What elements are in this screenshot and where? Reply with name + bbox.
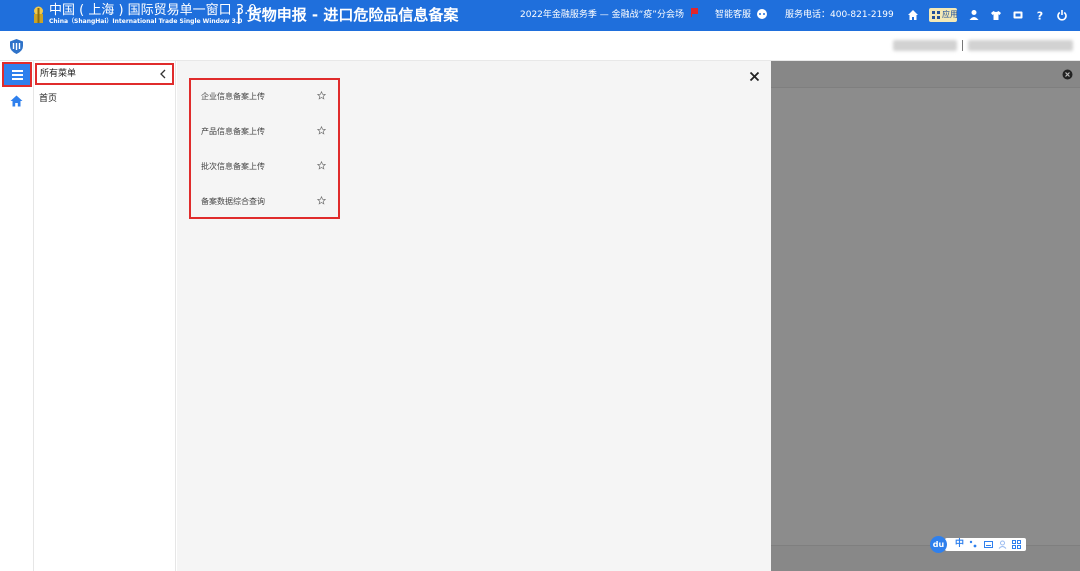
svg-text:?: ? [1037,10,1043,22]
apps-icon [932,11,940,19]
smart-service-link[interactable]: 智能客服 [715,9,751,22]
help-icon[interactable]: ? [1034,9,1046,22]
apps-label: 应用 [942,10,958,19]
punctuation-icon[interactable] [969,540,978,549]
flag-icon-banner [691,8,698,14]
ime-mode-label[interactable]: 中 [955,539,964,550]
brand-title-en: China（ShangHai）International Trade Singl… [49,18,243,25]
submenu-item-label: 企业信息备案上传 [201,92,265,101]
content-overlay [771,61,1080,571]
user-icon[interactable] [998,540,1007,549]
menu-toggle-button[interactable] [2,62,32,87]
submenu-item-batch[interactable]: 批次信息备案上传 [201,160,326,174]
user-info-blurred [893,40,957,51]
hamburger-icon-line [12,78,23,80]
star-icon[interactable] [317,91,326,100]
submenu-item-product[interactable]: 产品信息备案上传 [201,125,326,139]
grid-menu-icon[interactable] [1012,540,1021,549]
submenu-panel: 企业信息备案上传 产品信息备案上传 批次信息备案上传 备案数据综合查询 [177,61,771,571]
content-footer [771,545,1080,571]
org-info-blurred [968,40,1073,51]
chevron-left-icon[interactable] [159,69,167,79]
user-icon[interactable] [968,9,980,21]
star-icon[interactable] [317,161,326,170]
content-tab-bar [771,61,1080,88]
home-icon[interactable] [907,9,919,21]
apps-button[interactable]: 应用 [929,8,958,22]
user-info-separator [962,40,963,51]
star-icon[interactable] [317,126,326,135]
shirt-icon[interactable] [990,9,1002,21]
brand-title-cn: 中国 ( 上海 ) 国际贸易单一窗口 3.0 [49,3,257,18]
promo-notice-link[interactable]: 2022年金融服务季 — 金融战“疫”分会场 [520,9,684,22]
shield-logo-icon [10,39,23,54]
submenu-item-label: 产品信息备案上传 [201,127,265,136]
rail-home-icon[interactable] [10,95,23,107]
close-circle-icon[interactable] [1062,69,1073,80]
submenu-item-enterprise[interactable]: 企业信息备案上传 [201,90,326,104]
hamburger-icon-line [12,74,23,76]
menu-item-home[interactable]: 首页 [39,94,57,105]
hamburger-icon [12,70,23,72]
sub-header [0,31,1080,61]
system-title: | 货物申报 - 进口危险品信息备案 [236,6,459,24]
star-icon[interactable] [317,196,326,205]
left-rail [0,61,34,571]
close-icon[interactable] [749,71,760,82]
all-menus-label: 所有菜单 [40,69,77,79]
power-icon[interactable] [1056,9,1068,21]
service-hotline: 服务电话：400-821-2199 [785,10,894,20]
all-menus-header[interactable]: 所有菜单 [35,63,174,85]
ime-toolbar[interactable]: 中 du [930,536,1026,553]
message-icon[interactable] [1012,9,1024,21]
ime-logo[interactable]: du [930,536,947,553]
menu-column: 所有菜单 首页 [34,61,176,571]
chat-bot-icon[interactable] [756,8,768,20]
submenu-list: 企业信息备案上传 产品信息备案上传 批次信息备案上传 备案数据综合查询 [189,78,340,219]
keyboard-icon[interactable] [984,540,993,549]
submenu-item-label: 备案数据综合查询 [201,197,265,206]
customs-emblem-icon [34,6,43,23]
submenu-item-label: 批次信息备案上传 [201,162,265,171]
top-header: 中国 ( 上海 ) 国际贸易单一窗口 3.0 China（ShangHai）In… [0,0,1080,31]
ime-strip: 中 [945,538,1026,551]
submenu-item-query[interactable]: 备案数据综合查询 [201,195,326,209]
